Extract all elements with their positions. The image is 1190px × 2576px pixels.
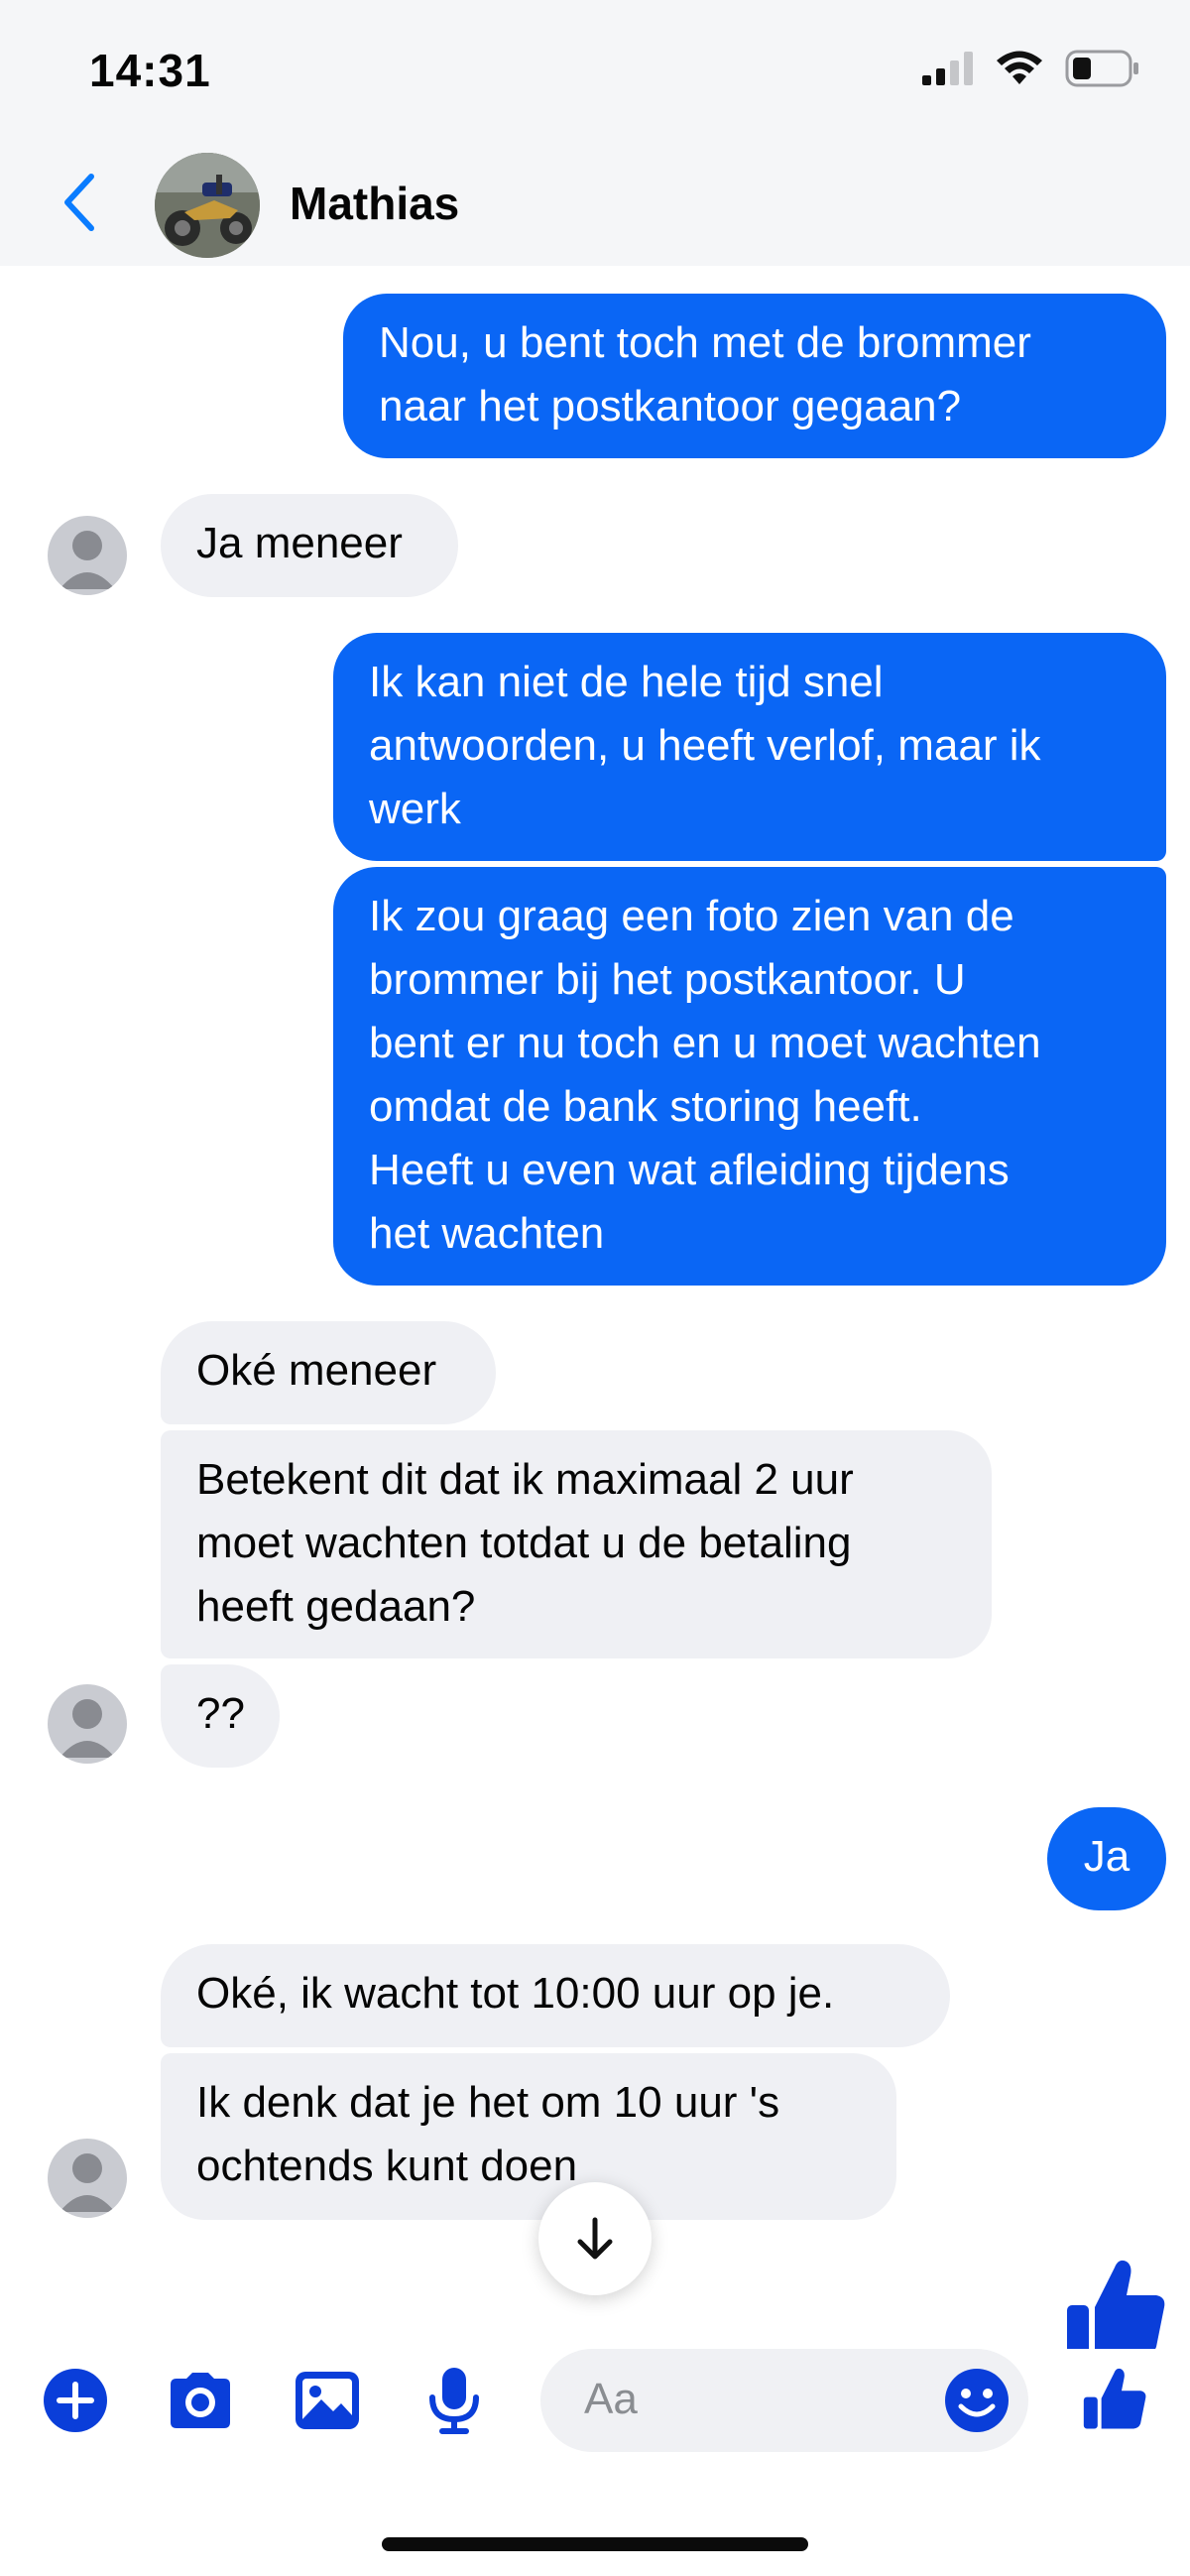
contact-avatar[interactable] bbox=[48, 1684, 127, 1764]
emoji-button[interactable] bbox=[943, 2367, 1011, 2434]
message-incoming[interactable]: Betekent dit dat ik maximaal 2 uur moet … bbox=[161, 1430, 992, 1658]
microphone-icon bbox=[429, 2368, 479, 2434]
message-list[interactable]: Nou, u bent toch met de brommer naar het… bbox=[0, 266, 1190, 2349]
like-button[interactable] bbox=[1075, 2357, 1154, 2436]
person-icon bbox=[60, 1699, 115, 1758]
message-input[interactable]: Aa bbox=[540, 2349, 1028, 2452]
microphone-button[interactable] bbox=[415, 2361, 494, 2440]
status-bar: 14:31 bbox=[0, 0, 1190, 139]
message-outgoing[interactable]: Ik kan niet de hele tijd snel antwoorden… bbox=[333, 633, 1166, 861]
wifi-icon bbox=[997, 51, 1042, 84]
contact-avatar[interactable] bbox=[48, 2139, 127, 2218]
gallery-button[interactable] bbox=[288, 2361, 367, 2440]
back-button[interactable] bbox=[50, 163, 109, 242]
message-outgoing[interactable]: Ja bbox=[1047, 1807, 1166, 1910]
status-time: 14:31 bbox=[89, 45, 211, 96]
person-icon bbox=[60, 531, 115, 589]
add-button[interactable] bbox=[36, 2361, 115, 2440]
camera-button[interactable] bbox=[161, 2361, 240, 2440]
chat-header: Mathias bbox=[0, 139, 1190, 266]
thumbs-up-icon bbox=[1067, 2260, 1165, 2355]
message-outgoing[interactable]: Ik zou graag een foto zien van de bromme… bbox=[333, 867, 1166, 1286]
plus-circle-icon bbox=[44, 2369, 107, 2432]
message-incoming[interactable]: Ik denk dat je het om 10 uur 's ochtends… bbox=[161, 2053, 896, 2220]
message-outgoing[interactable]: Nou, u bent toch met de brommer naar het… bbox=[343, 294, 1166, 458]
message-input-placeholder: Aa bbox=[584, 2375, 638, 2423]
signal-icon bbox=[922, 52, 973, 85]
battery-icon bbox=[1065, 50, 1138, 87]
chevron-left-icon bbox=[64, 174, 94, 231]
message-incoming[interactable]: Ja meneer bbox=[161, 494, 458, 597]
moped-photo bbox=[155, 153, 260, 258]
sent-like-reaction[interactable] bbox=[1061, 2250, 1170, 2359]
message-incoming[interactable]: ?? bbox=[161, 1664, 280, 1768]
image-icon bbox=[296, 2372, 359, 2429]
smiley-icon bbox=[945, 2369, 1009, 2432]
camera-icon bbox=[171, 2373, 230, 2428]
scroll-to-bottom-button[interactable] bbox=[538, 2182, 652, 2295]
contact-name[interactable]: Mathias bbox=[290, 177, 459, 230]
home-indicator bbox=[382, 2537, 808, 2551]
thumbs-up-icon bbox=[1083, 2368, 1146, 2429]
message-incoming[interactable]: Oké, ik wacht tot 10:00 uur op je. bbox=[161, 1944, 950, 2047]
contact-avatar-photo[interactable] bbox=[155, 153, 260, 258]
arrow-down-icon bbox=[577, 2217, 613, 2260]
contact-avatar[interactable] bbox=[48, 516, 127, 595]
status-icons bbox=[922, 50, 1140, 87]
message-incoming[interactable]: Oké meneer bbox=[161, 1321, 496, 1424]
person-icon bbox=[60, 2153, 115, 2212]
